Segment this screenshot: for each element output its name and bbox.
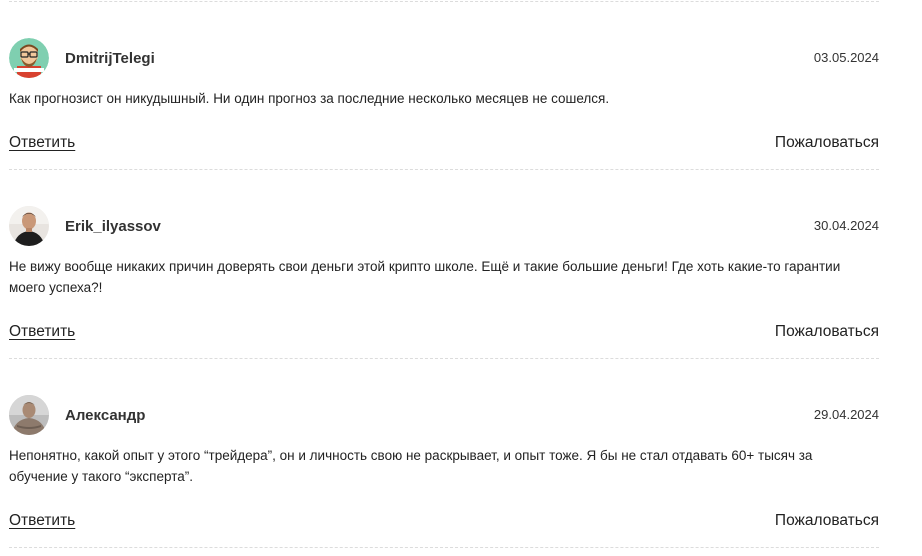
report-button[interactable]: Пожаловаться (775, 323, 879, 341)
comment-author: Александр (65, 407, 146, 424)
comment-item: Erik_ilyassov 30.04.2024 Не вижу вообще … (9, 206, 879, 351)
comment-date: 29.04.2024 (813, 407, 879, 422)
user-photo-avatar[interactable] (9, 395, 49, 435)
comment-divider (9, 547, 879, 548)
comment-divider (9, 1, 879, 2)
report-button[interactable]: Пожаловаться (775, 134, 879, 152)
user-photo-avatar[interactable] (9, 206, 49, 246)
report-button[interactable]: Пожаловаться (775, 512, 879, 530)
reply-button[interactable]: Ответить (9, 134, 75, 152)
comment-text: Как прогнозист он никудышный. Ни один пр… (9, 91, 610, 106)
reply-button[interactable]: Ответить (9, 512, 75, 530)
comment-item: DmitrijTelegi 03.05.2024 Как прогнозист … (9, 38, 879, 163)
comment-item: Александр 29.04.2024 Непонятно, какой оп… (9, 395, 879, 540)
comment-divider (9, 169, 879, 170)
reply-button[interactable]: Ответить (9, 323, 75, 341)
cartoon-avatar-icon[interactable] (9, 38, 49, 78)
comment-date: 30.04.2024 (813, 218, 879, 233)
comment-date: 03.05.2024 (813, 50, 879, 65)
comment-author: Erik_ilyassov (65, 218, 161, 235)
comment-divider (9, 358, 879, 359)
comment-author: DmitrijTelegi (65, 50, 155, 67)
comment-text: Не вижу вообще никаких причин доверять с… (9, 259, 841, 295)
comment-text: Непонятно, какой опыт у этого “трейдера”… (9, 448, 813, 484)
